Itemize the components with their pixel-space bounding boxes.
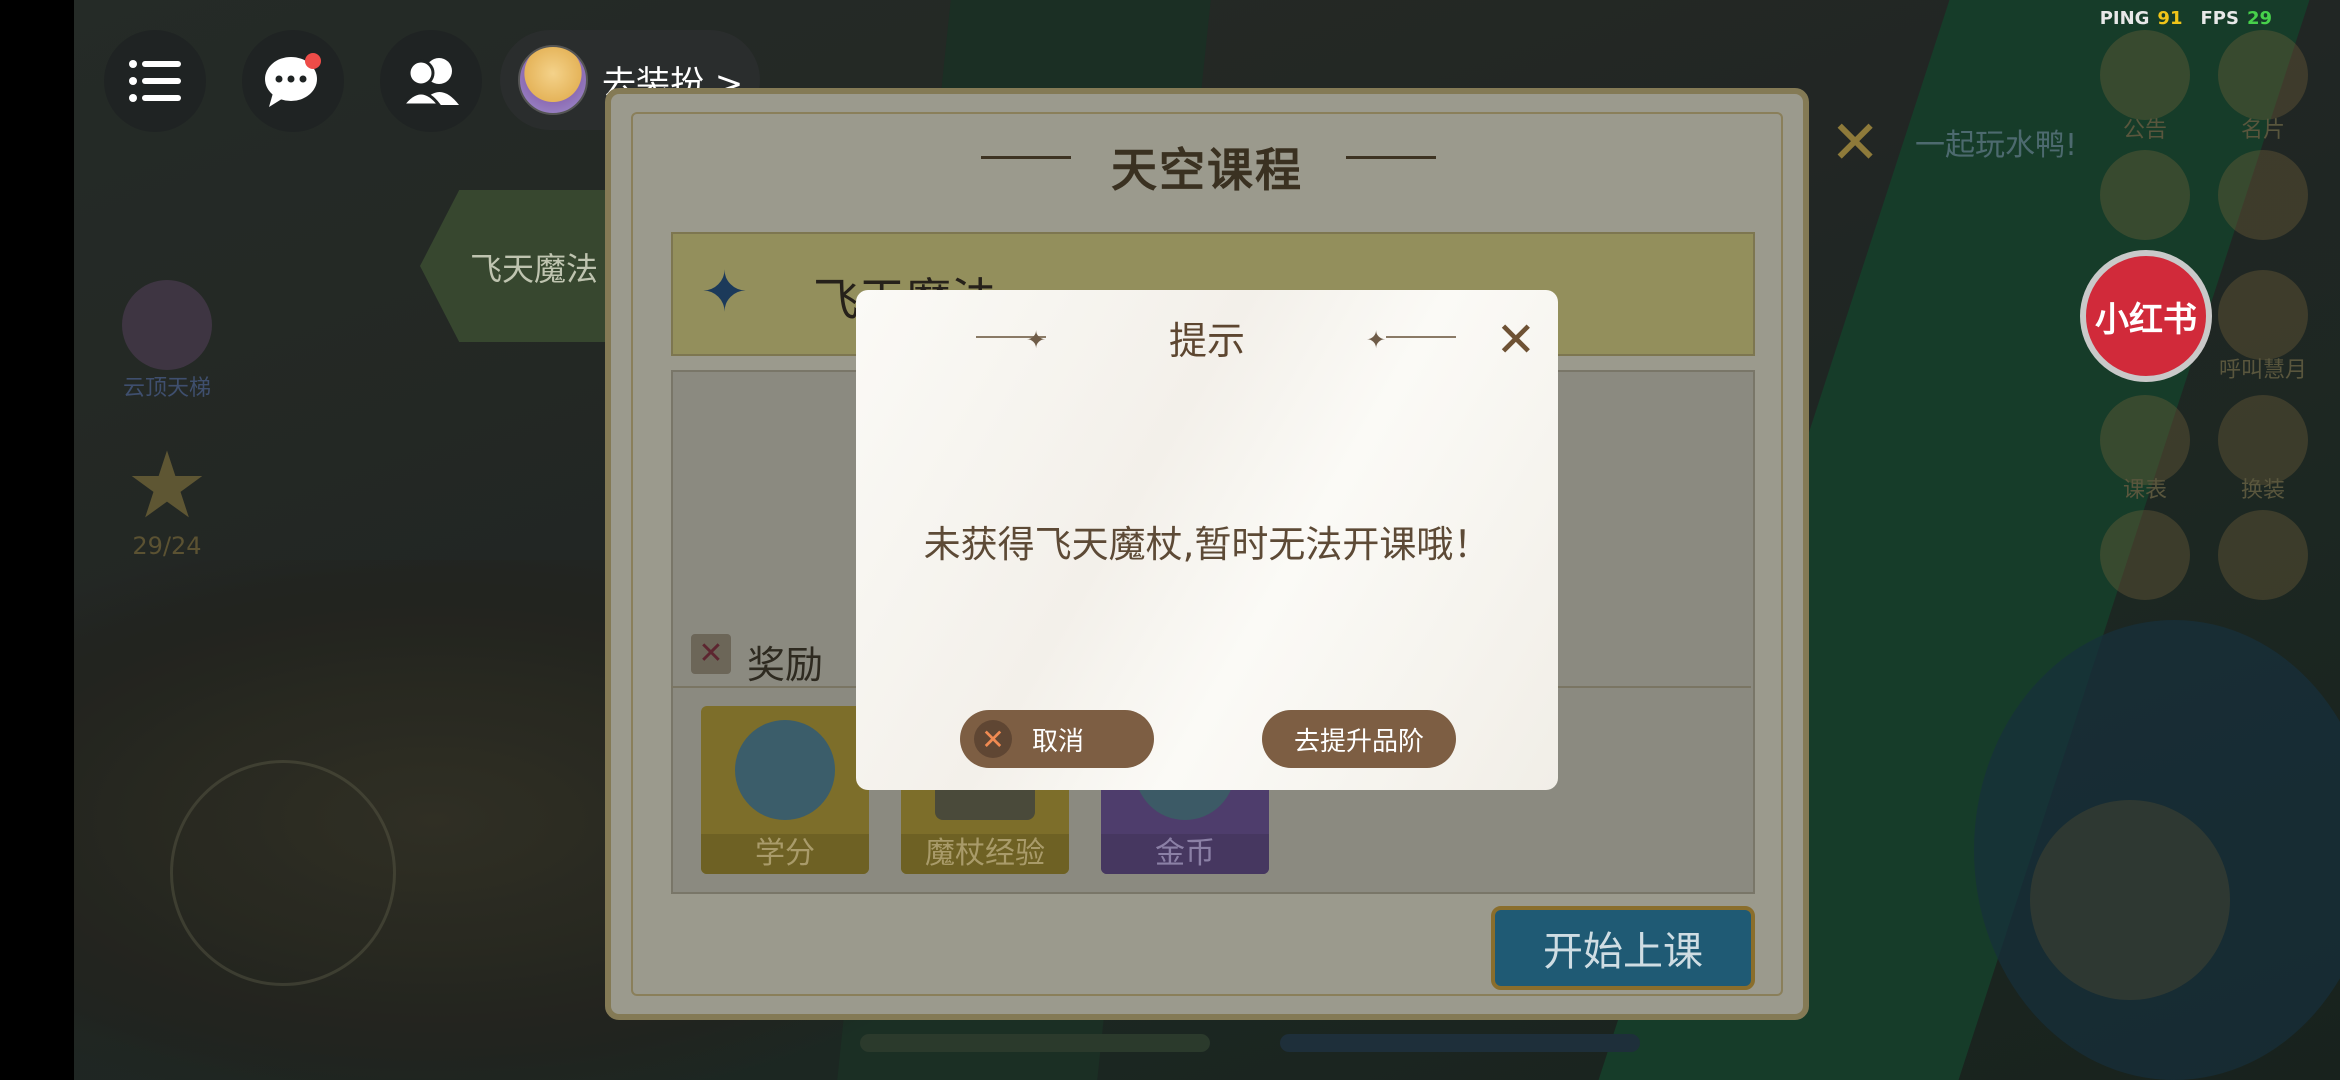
tip-dialog: ✦ 提示 ✦ ✕ 未获得飞天魔杖,暂时无法开课哦！ ✕ 取消 去提升品阶 (856, 290, 1558, 790)
reward-card-label: 学分 (701, 834, 869, 874)
friends-icon (401, 58, 459, 107)
recycle-icon[interactable] (2100, 150, 2190, 240)
xiaohongshu-button[interactable]: 小红书 (2080, 250, 2212, 382)
mana-bar (1280, 1034, 1640, 1052)
crown-icon[interactable] (2100, 510, 2190, 600)
upgrade-rank-label: 去提升品阶 (1293, 726, 1424, 757)
schedule-label: 课表 (2122, 478, 2167, 503)
close-circle-icon: ✕ (974, 720, 1012, 758)
reward-icon: ✕ (691, 634, 731, 674)
side-tab-label: 飞天魔法 (470, 250, 599, 288)
cancel-label: 取消 (1032, 726, 1085, 757)
list-menu-icon (129, 60, 181, 102)
wardrobe-label: 换装 (2240, 478, 2285, 503)
fps-label: FPS (2200, 8, 2239, 29)
dialog-close-icon[interactable]: ✕ (1496, 316, 1536, 364)
dialog-star-right: ✦ (1366, 326, 1387, 354)
announcement-icon[interactable] (2100, 30, 2190, 120)
compass-icon[interactable] (2218, 510, 2308, 600)
reward-label: 奖励 (747, 643, 824, 687)
namecard-icon[interactable] (2218, 30, 2308, 120)
perf-stats: PING 91 FPS 29 (2100, 8, 2280, 29)
title-deco-right (1346, 156, 1436, 159)
menu-button[interactable] (104, 30, 206, 132)
dialog-deco-right (1386, 336, 1456, 338)
xiaohongshu-label: 小红书 (2095, 299, 2197, 340)
panel-title: 天空课程 (1111, 143, 1303, 197)
avatar (518, 45, 588, 115)
left-star-entry[interactable]: ★ 29/24 (112, 432, 222, 561)
joystick[interactable] (170, 760, 396, 986)
star-icon: ★ (125, 432, 209, 539)
close-hint-text: 一起玩水鸭! (1915, 128, 2078, 163)
call-icon[interactable] (2218, 270, 2308, 360)
friends-button[interactable] (380, 30, 482, 132)
credit-icon (735, 720, 835, 820)
action-button[interactable] (2030, 800, 2230, 1000)
backpack-icon[interactable] (2218, 150, 2308, 240)
health-bar (860, 1034, 1210, 1052)
reward-card-credit[interactable]: 学分 (701, 706, 869, 874)
chat-bubble-icon (265, 53, 321, 107)
call-label: 呼叫慧月 (2218, 358, 2307, 383)
announcement-label: 公告 (2122, 118, 2167, 143)
panel-close-icon[interactable]: ✕ (1830, 108, 1880, 178)
cancel-button[interactable]: ✕ 取消 (960, 710, 1154, 768)
flying-broom-icon: ✦ (701, 260, 748, 325)
reward-card-label: 金币 (1101, 834, 1269, 874)
upgrade-rank-button[interactable]: 去提升品阶 (1262, 710, 1456, 768)
ping-label: PING (2099, 8, 2150, 29)
left-event-entry[interactable]: 云顶天梯 (112, 280, 222, 402)
start-class-button[interactable]: 开始上课 (1491, 906, 1755, 990)
left-event-label: 云顶天梯 (122, 376, 211, 401)
ping-value: 91 (2157, 8, 2183, 29)
fps-value: 29 (2246, 8, 2272, 29)
chat-button[interactable] (242, 30, 344, 132)
namecard-label: 名片 (2240, 118, 2285, 143)
reward-card-label: 魔杖经验 (901, 834, 1069, 874)
dialog-message: 未获得飞天魔杖,暂时无法开课哦！ (923, 523, 1491, 566)
